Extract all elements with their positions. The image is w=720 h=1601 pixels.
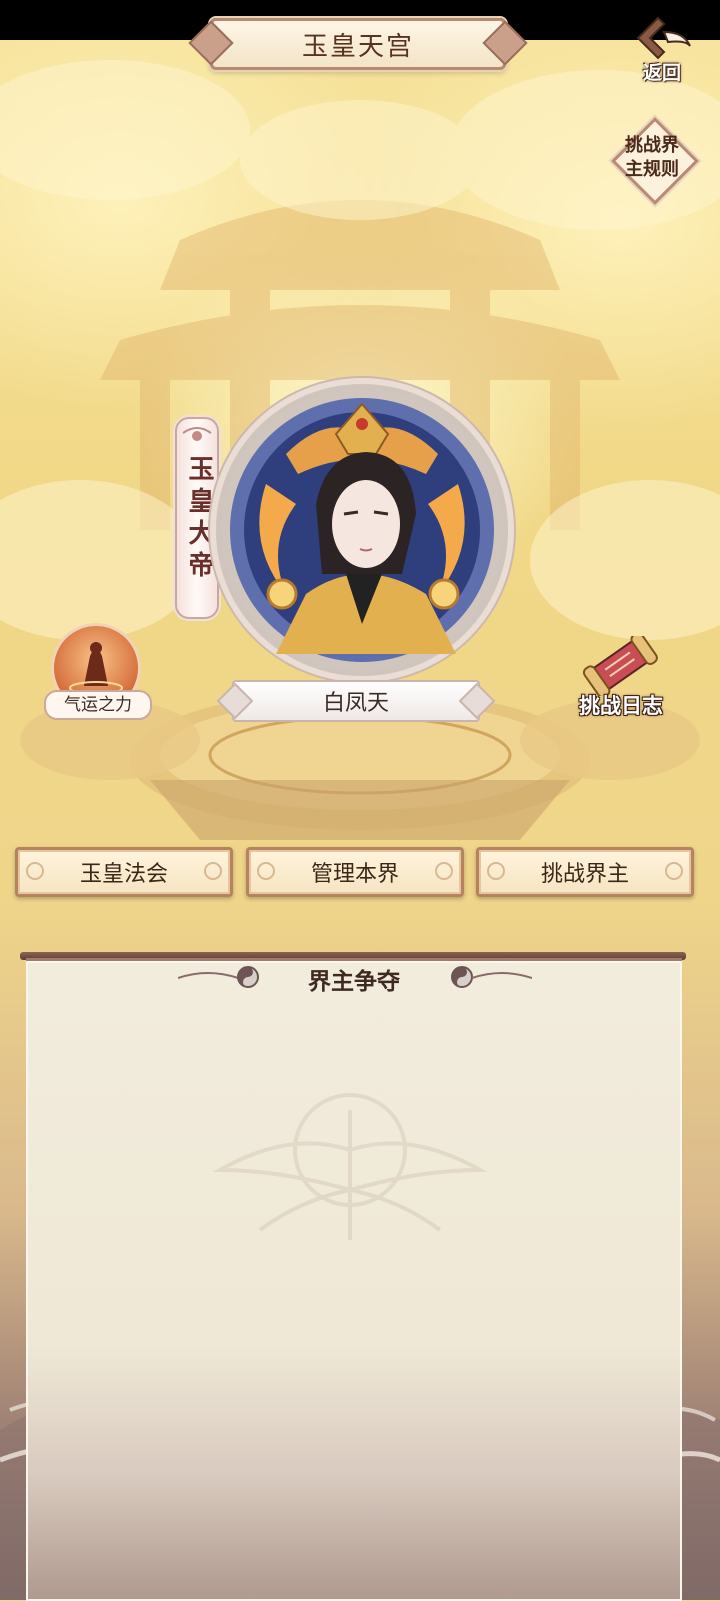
swirl-ornament-icon [257, 862, 275, 880]
rules-label-line2: 主规则 [625, 159, 679, 180]
swirl-ornament-icon [665, 862, 683, 880]
page-title-plate: 玉皇天宫 [210, 18, 506, 70]
challenge-rules-button[interactable]: 挑战界 主规则 [611, 117, 699, 205]
banner-ornament-icon [182, 427, 212, 441]
rules-label-line1: 挑战界 [625, 135, 679, 156]
realm-contest-panel [26, 958, 682, 1601]
rank-banner: 玉皇大帝 [175, 417, 219, 619]
action-label: 玉皇法会 [79, 862, 168, 887]
back-button[interactable]: 返回 [628, 14, 696, 84]
manage-realm-button[interactable]: 管理本界 [246, 847, 464, 897]
swirl-ornament-icon [204, 862, 222, 880]
page-title: 玉皇天宫 [301, 31, 414, 62]
back-arrow-icon [636, 16, 691, 60]
fortune-label: 气运之力 [44, 690, 152, 720]
swirl-ornament-icon [487, 862, 505, 880]
realm-lord-name-plate: 白凤天 [232, 680, 480, 722]
jade-emperor-assembly-button[interactable]: 玉皇法会 [15, 847, 233, 897]
challenge-log-label: 挑战日志 [579, 694, 663, 718]
panel-title: 界主争夺 [308, 969, 400, 995]
scroll-icon [582, 636, 658, 696]
yin-yang-ornament-icon [178, 966, 259, 988]
action-label: 挑战界主 [540, 862, 629, 887]
swirl-ornament-icon [435, 862, 453, 880]
action-label: 管理本界 [310, 862, 399, 887]
swirl-ornament-icon [26, 862, 44, 880]
back-label: 返回 [642, 62, 681, 84]
yin-yang-ornament-icon [451, 966, 532, 988]
realm-lord-name: 白凤天 [322, 691, 389, 716]
realm-lord-portrait[interactable] [226, 394, 498, 684]
rules-label: 挑战界 主规则 [612, 134, 692, 182]
fortune-power-button[interactable]: 气运之力 [44, 626, 152, 720]
challenge-realm-lord-button[interactable]: 挑战界主 [476, 847, 694, 897]
rank-title: 玉皇大帝 [184, 455, 214, 583]
challenge-log-button[interactable]: 挑战日志 [566, 636, 676, 720]
bird-watermark-icon [212, 1093, 488, 1240]
